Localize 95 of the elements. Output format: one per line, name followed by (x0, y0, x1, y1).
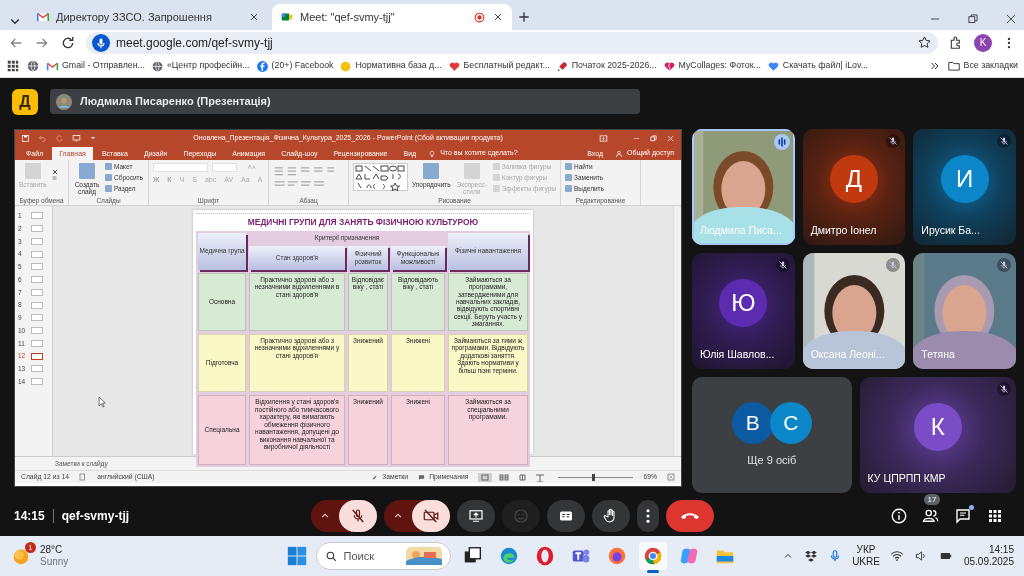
save-icon[interactable] (21, 133, 30, 143)
tab-title: Meet: "qef-svmy-tjj" (300, 10, 395, 23)
more-bookmarks-icon[interactable] (928, 60, 941, 72)
bookmark-link[interactable]: MyCollages: Фоток... (678, 59, 761, 73)
avatar: С (769, 401, 812, 444)
search-icon (324, 549, 338, 563)
heart-icon (447, 59, 461, 73)
spellcheck-icon (79, 473, 88, 481)
participant-name: Дмитро Іонел (810, 223, 877, 239)
font-size-field[interactable] (212, 163, 237, 172)
broken-heart-icon (662, 59, 676, 73)
bookmark-link[interactable]: Початок 2025-2026... (571, 59, 657, 73)
clock-date[interactable]: 05.09.2025 (963, 557, 1014, 567)
avatar: К (913, 403, 962, 451)
bookmark-star-icon[interactable] (917, 35, 932, 50)
participant-name: Оксана Леоні... (810, 347, 885, 363)
keyboard-layout[interactable]: UKRE (852, 557, 880, 567)
globe-icon[interactable] (26, 59, 40, 73)
volume-icon[interactable] (913, 549, 928, 563)
camera-button[interactable] (411, 499, 450, 532)
phone-hang-up-icon (680, 512, 699, 519)
avatar: Д (830, 155, 878, 203)
restore-icon[interactable] (966, 12, 980, 26)
avatar: И (940, 155, 989, 203)
microphone-icon[interactable] (92, 33, 110, 52)
bookmark-link[interactable]: Скачать файл| iLov... (782, 59, 868, 73)
chat-icon[interactable] (954, 506, 972, 525)
person-icon (614, 149, 623, 158)
folder-icon (946, 59, 961, 73)
info-icon[interactable] (890, 506, 908, 525)
participant-name: Ирусик Ба... (921, 223, 980, 239)
profile-avatar[interactable]: K (974, 33, 992, 52)
participant-name: Тетяна (921, 347, 955, 363)
participant-count: 17 (924, 493, 940, 505)
browser-tab[interactable]: Meet: "qef-svmy-tjj" (272, 4, 512, 30)
recording-icon (473, 10, 486, 24)
font-name-field[interactable] (153, 163, 208, 172)
lightbulb-icon (428, 149, 437, 158)
scrollbar[interactable] (673, 206, 681, 456)
microphone-button[interactable] (338, 499, 377, 532)
zoom-slider-thumb[interactable] (592, 473, 596, 481)
participant-name: Людмила Писа... (700, 223, 782, 239)
dropbox-icon[interactable] (804, 549, 819, 563)
restore-icon[interactable] (649, 133, 658, 143)
browser-tab[interactable]: Директору ЗЗСО. Запрошення (28, 4, 268, 30)
meeting-time: 14:15 (14, 507, 45, 525)
close-icon[interactable] (248, 11, 260, 23)
mail-icon (36, 10, 50, 24)
bookmark-link[interactable]: Бесплатный редакт... (463, 59, 550, 73)
speaking-indicator-icon (773, 134, 790, 150)
start-icon[interactable] (285, 545, 308, 567)
meeting-code: qef-svmy-tjj (61, 507, 130, 525)
avatar: Ю (719, 279, 768, 327)
bookmark-link[interactable]: Нормативна база д... (355, 59, 442, 73)
search-field[interactable]: Поиск (315, 542, 451, 570)
more-participants-label: Ще 9 осіб (747, 452, 797, 468)
participant-name: КУ ЦПРПП КМР (867, 471, 946, 487)
weather-condition: Sunny (40, 557, 69, 567)
bookmark-link[interactable]: «Центр професійн... (166, 59, 250, 73)
bookmark-link[interactable]: (20+) Facebook (271, 59, 334, 73)
input-language[interactable]: УКР (856, 545, 876, 555)
close-icon[interactable] (492, 11, 504, 23)
notes-icon (371, 473, 379, 481)
leave-call-button[interactable] (665, 499, 714, 532)
avatar: В (731, 401, 774, 444)
tab-title: Директору ЗЗСО. Запрошення (56, 10, 212, 23)
raise-hand-button[interactable] (591, 499, 630, 532)
customize-caret-icon[interactable] (89, 134, 97, 142)
globe-icon (150, 59, 164, 73)
clock-time[interactable]: 14:15 (988, 545, 1014, 555)
reload-icon[interactable] (60, 34, 76, 51)
emoji-icon (511, 506, 530, 525)
bookmark-folder[interactable]: Все закладки (963, 59, 1018, 73)
presentation-icon[interactable] (72, 133, 81, 143)
more-options-button[interactable] (636, 499, 659, 532)
mouse-cursor-icon (98, 396, 107, 408)
captions-button[interactable] (546, 499, 585, 532)
address-bar[interactable]: meet.google.com/qef-svmy-tjj (86, 31, 938, 54)
circle-icon (339, 59, 353, 73)
presenter-name: Людмила Писаренко (Презентація) (80, 94, 271, 110)
temperature: 28°C (40, 545, 64, 555)
facebook-icon (255, 59, 269, 73)
participant-name: Юлія Шавлов... (700, 347, 775, 363)
wifi-icon[interactable] (889, 549, 904, 563)
bookmark-link[interactable]: Gmail - Отправлен... (62, 59, 145, 73)
ribbon-options-icon[interactable] (599, 133, 608, 143)
shapes-gallery-drawing[interactable] (353, 163, 408, 191)
close-icon[interactable] (1004, 12, 1018, 26)
heart-icon (766, 59, 780, 73)
more-options-icon (645, 508, 650, 523)
comment-icon (418, 473, 426, 481)
app-logo: Д (12, 88, 38, 115)
apps-grid-icon[interactable] (6, 59, 20, 73)
slide-title: МЕДИЧНІ ГРУПИ ДЛЯ ЗАНЯТЬ ФІЗИЧНОЮ КУЛЬТУРОЮ (196, 213, 530, 229)
present-screen-button[interactable] (456, 499, 495, 532)
